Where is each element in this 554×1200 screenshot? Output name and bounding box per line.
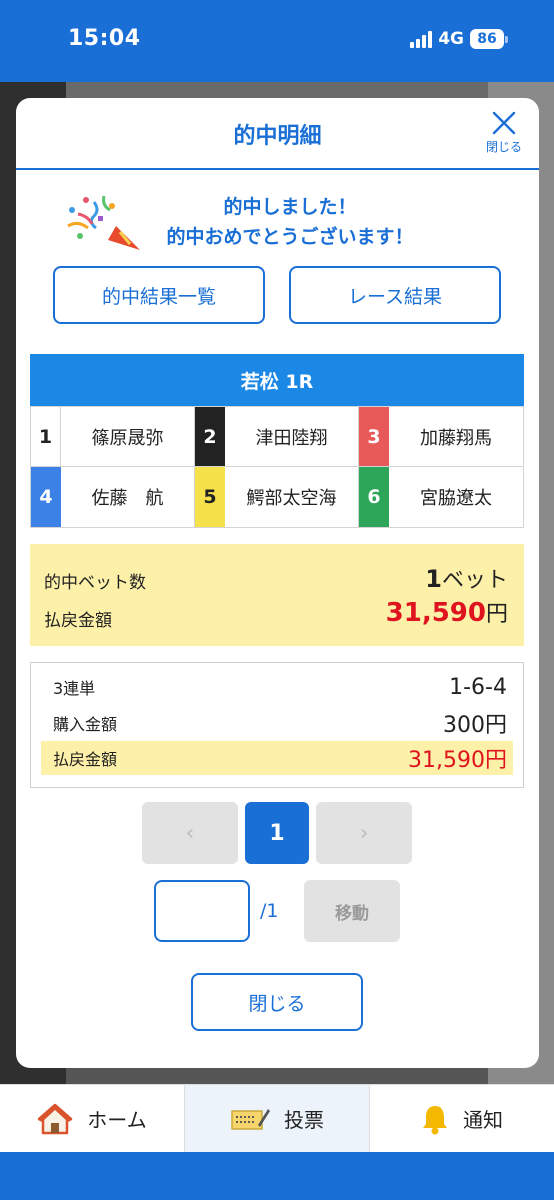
status-bar: 15:04 4G 86 — [0, 0, 554, 82]
racer-cell: 1 篠原晟弥 — [31, 407, 195, 467]
close-button[interactable]: 閉じる — [191, 973, 363, 1031]
home-icon — [38, 1103, 73, 1134]
racer-name: 宮脇遼太 — [420, 488, 492, 509]
bell-icon — [423, 1105, 447, 1134]
hit-detail-modal: 的中明細 閉じる 的中しました！ 的中おめでとうございます！ 的中結果一覧 レー… — [16, 98, 539, 1068]
congrats-line-1: 的中しました！ — [223, 196, 357, 218]
purchase-value: 300円 — [443, 713, 507, 738]
nav-notice[interactable]: 通知 — [370, 1085, 554, 1152]
status-time: 15:04 — [68, 26, 141, 51]
battery-level: 86 — [470, 29, 504, 49]
bet-detail: 3連単 1-6-4 購入金額 300円 払戻金額 31,590円 — [30, 662, 524, 788]
racer-name: 加藤翔馬 — [420, 427, 492, 449]
bet-combination: 1-6-4 — [449, 674, 507, 700]
lane-badge: 6 — [359, 467, 389, 527]
prev-page-button[interactable]: ‹ — [142, 802, 238, 864]
race-title: 若松 1R — [30, 354, 524, 406]
modal-title: 的中明細 — [233, 124, 322, 149]
nav-notice-label: 通知 — [463, 1108, 503, 1132]
network-type: 4G — [438, 29, 464, 49]
racer-name: 篠原晟弥 — [91, 427, 164, 449]
bottom-nav: ホーム 投票 通知 — [0, 1084, 554, 1152]
purchase-label: 購入金額 — [53, 715, 118, 734]
modal-close-label: 閉じる — [485, 140, 522, 154]
hit-bets-value: 1ベット — [425, 565, 508, 593]
racer-cell: 5 鰐部太空海 — [195, 467, 359, 527]
status-indicators: 4G 86 — [410, 29, 508, 49]
bet-payout-value: 31,590円 — [408, 748, 507, 773]
congrats-line-2: 的中おめでとうございます！ — [166, 226, 414, 248]
lane-badge: 2 — [195, 407, 225, 466]
congrats-message: 的中しました！ 的中おめでとうございます！ — [64, 188, 494, 254]
lane-badge: 5 — [195, 467, 225, 527]
racer-name: 鰐部太空海 — [246, 488, 337, 509]
racer-name: 佐藤 航 — [91, 488, 164, 509]
page-number-input[interactable] — [154, 880, 250, 942]
ticket-icon — [231, 1108, 270, 1130]
signal-icon — [410, 30, 433, 48]
jump-button[interactable]: 移動 — [304, 880, 400, 942]
hit-summary: 的中ベット数 1ベット 払戻金額 31,590円 — [30, 544, 524, 646]
bet-type: 3連単 — [53, 679, 96, 698]
racer-cell: 2 津田陸翔 — [195, 407, 359, 467]
modal-close-button[interactable]: 閉じる — [481, 110, 527, 155]
nav-home[interactable]: ホーム — [0, 1085, 185, 1152]
racer-cell: 6 宮脇遼太 — [359, 467, 523, 527]
bet-payout-row: 払戻金額 31,590円 — [41, 741, 513, 775]
next-page-button[interactable]: › — [316, 802, 412, 864]
race-result-button[interactable]: レース結果 — [289, 266, 501, 324]
payout-label: 払戻金額 — [44, 611, 112, 631]
nav-home-label: ホーム — [87, 1108, 147, 1132]
lane-badge: 3 — [359, 407, 389, 466]
current-page-button[interactable]: 1 — [245, 802, 309, 864]
bet-payout-label: 払戻金額 — [53, 750, 118, 769]
bottom-bar — [0, 1152, 554, 1200]
modal-header: 的中明細 閉じる — [16, 98, 539, 170]
nav-vote[interactable]: 投票 — [185, 1085, 370, 1152]
lane-badge: 4 — [31, 467, 61, 527]
racer-grid: 1 篠原晟弥 2 津田陸翔 3 加藤翔馬 4 佐藤 航 5 鰐部太空海 6 宮脇… — [30, 406, 524, 528]
hit-result-list-button[interactable]: 的中結果一覧 — [53, 266, 265, 324]
close-icon — [492, 111, 516, 135]
racer-name: 津田陸翔 — [255, 427, 328, 449]
battery-icon: 86 — [470, 29, 508, 49]
page-total: /1 — [260, 900, 279, 922]
hit-bets-label: 的中ベット数 — [44, 573, 146, 593]
payout-value: 31,590円 — [385, 598, 508, 628]
nav-vote-label: 投票 — [284, 1108, 324, 1132]
bet-type-row: 3連単 1-6-4 — [41, 671, 513, 703]
lane-badge: 1 — [31, 407, 61, 466]
racer-cell: 4 佐藤 航 — [31, 467, 195, 527]
racer-cell: 3 加藤翔馬 — [359, 407, 523, 467]
purchase-row: 購入金額 300円 — [41, 707, 513, 739]
